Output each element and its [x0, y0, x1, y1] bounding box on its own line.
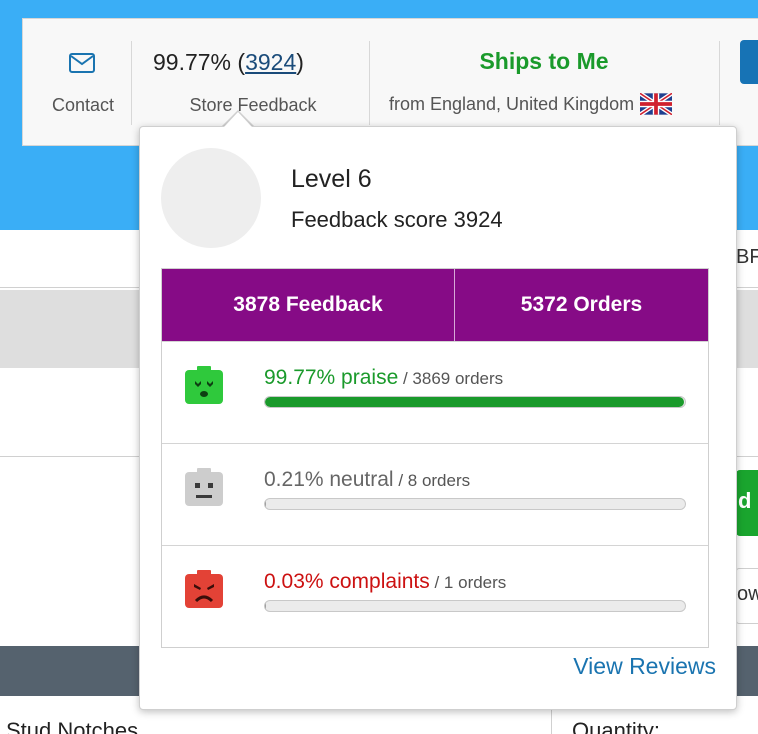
- complaints-text: 0.03% complaints / 1 orders: [264, 570, 506, 594]
- neutral-orders: / 8 orders: [393, 471, 471, 490]
- feedback-score-text: Feedback score 3924: [291, 207, 503, 232]
- stats-box: 3878 Feedback 5372 Orders 99.77% praise …: [161, 268, 709, 648]
- tab-feedback[interactable]: 3878 Feedback: [162, 269, 455, 341]
- blue-action-button[interactable]: [740, 40, 758, 84]
- feedback-score: 99.77% (3924): [153, 49, 304, 75]
- neutral-label: 0.21% neutral: [264, 468, 394, 491]
- ships-from: from England, United Kingdom: [389, 91, 674, 117]
- feedback-count-link[interactable]: 3924: [245, 49, 296, 75]
- complaints-orders: / 1 orders: [429, 573, 507, 592]
- contact-label[interactable]: Contact: [23, 95, 143, 116]
- avatar: [161, 148, 261, 248]
- quantity-label: Quantity:: [572, 718, 661, 734]
- divider: [369, 41, 370, 125]
- ships-from-text: from England, United Kingdom: [389, 93, 635, 114]
- divider: [719, 41, 720, 125]
- add-button-partial[interactable]: d: [736, 470, 758, 536]
- neutral-text: 0.21% neutral / 8 orders: [264, 468, 470, 492]
- popover-arrow-inner: [224, 112, 252, 127]
- praise-progress-fill: [265, 397, 685, 407]
- contact-cell[interactable]: Contact: [23, 19, 131, 145]
- select-partial[interactable]: ow: [736, 568, 758, 624]
- praise-face-icon: [183, 366, 225, 408]
- feedback-percent: 99.77%: [153, 49, 232, 75]
- praise-row: 99.77% praise / 3869 orders: [162, 341, 708, 443]
- divider: [131, 41, 132, 125]
- complaints-progress-bar: [264, 600, 686, 612]
- uk-flag-icon: [638, 91, 674, 117]
- neutral-face-icon: [183, 468, 225, 510]
- partial-text: BF: [736, 246, 758, 268]
- mail-icon[interactable]: [69, 53, 95, 78]
- ships-to-me-title: Ships to Me: [479, 48, 609, 74]
- complaints-label: 0.03% complaints: [264, 570, 430, 593]
- seller-level: Level 6: [291, 165, 372, 193]
- complaints-row: 0.03% complaints / 1 orders: [162, 545, 708, 647]
- praise-orders: / 3869 orders: [398, 369, 504, 388]
- complaint-face-icon: [183, 570, 225, 612]
- neutral-progress-bar: [264, 498, 686, 510]
- view-reviews-link[interactable]: View Reviews: [573, 653, 716, 680]
- praise-text: 99.77% praise / 3869 orders: [264, 366, 503, 390]
- neutral-row: 0.21% neutral / 8 orders: [162, 443, 708, 545]
- stats-tabs: 3878 Feedback 5372 Orders: [162, 269, 708, 341]
- neutral-progress-fill: [265, 499, 266, 509]
- praise-label: 99.77% praise: [264, 366, 399, 389]
- tab-orders[interactable]: 5372 Orders: [455, 269, 708, 341]
- product-name: Stud Notches: [6, 718, 139, 734]
- praise-progress-bar: [264, 396, 686, 408]
- feedback-popover: Level 6 Feedback score 3924 3878 Feedbac…: [139, 126, 737, 710]
